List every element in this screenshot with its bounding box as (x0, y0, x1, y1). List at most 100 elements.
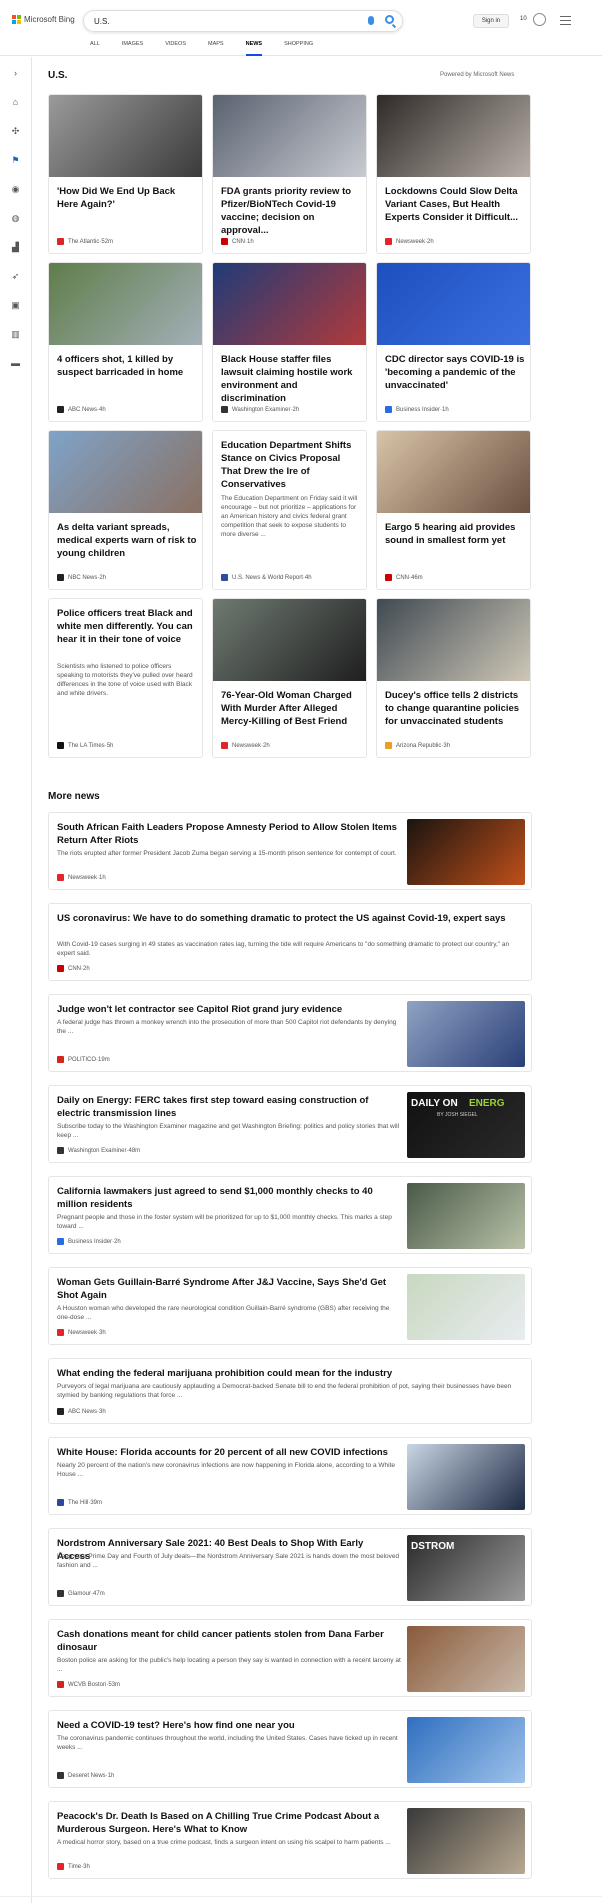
news-card[interactable]: 4 officers shot, 1 killed by suspect bar… (48, 262, 203, 422)
flag-icon[interactable]: ⚑ (11, 156, 20, 165)
more-news-title[interactable]: Woman Gets Guillain-Barré Syndrome After… (57, 1276, 397, 1302)
news-card[interactable]: FDA grants priority review to Pfizer/Bio… (212, 94, 367, 254)
bank-icon[interactable]: ▥ (11, 330, 20, 339)
news-card-title[interactable]: Eargo 5 hearing aid provides sound in sm… (385, 521, 525, 547)
news-card-image[interactable] (49, 431, 202, 513)
more-news-title[interactable]: California lawmakers just agreed to send… (57, 1185, 397, 1211)
search-icon[interactable] (385, 15, 394, 24)
hamburger-menu-icon[interactable] (560, 16, 571, 28)
puzzle-icon[interactable]: ✣ (11, 127, 20, 136)
news-card-image[interactable] (377, 95, 530, 177)
rewards-medal-icon[interactable] (533, 13, 546, 26)
more-news-source: POLITICO · 19m (57, 1056, 110, 1063)
film-icon[interactable]: ▣ (11, 301, 20, 310)
rocket-icon[interactable]: ➶ (11, 272, 20, 281)
sign-in-button[interactable]: Sign in (473, 14, 509, 28)
home-icon[interactable]: ⌂ (11, 98, 20, 107)
more-news-thumbnail[interactable] (407, 1808, 525, 1874)
more-news-thumbnail[interactable] (407, 819, 525, 885)
more-news-item[interactable]: Nordstrom Anniversary Sale 2021: 40 Best… (48, 1528, 532, 1606)
news-card[interactable]: Lockdowns Could Slow Delta Variant Cases… (376, 94, 531, 254)
news-card[interactable]: Police officers treat Black and white me… (48, 598, 203, 758)
search-input[interactable]: U.S. (94, 17, 110, 26)
more-news-title[interactable]: Peacock's Dr. Death Is Based on A Chilli… (57, 1810, 397, 1836)
more-news-title[interactable]: Daily on Energy: FERC takes first step t… (57, 1094, 397, 1120)
expand-icon[interactable]: › (11, 69, 20, 78)
news-card-title[interactable]: As delta variant spreads, medical expert… (57, 521, 197, 560)
more-news-title[interactable]: Judge won't let contractor see Capitol R… (57, 1003, 397, 1016)
more-news-item[interactable]: Judge won't let contractor see Capitol R… (48, 994, 532, 1072)
more-news-title[interactable]: Need a COVID-19 test? Here's how find on… (57, 1719, 397, 1732)
more-news-item[interactable]: Woman Gets Guillain-Barré Syndrome After… (48, 1267, 532, 1345)
news-card-image[interactable] (213, 95, 366, 177)
news-card-title[interactable]: 76-Year-Old Woman Charged With Murder Af… (221, 689, 361, 728)
tab-videos[interactable]: VIDEOS (165, 41, 186, 56)
news-card[interactable]: Education Department Shifts Stance on Ci… (212, 430, 367, 590)
tab-maps[interactable]: MAPS (208, 41, 224, 56)
news-card[interactable]: 76-Year-Old Woman Charged With Murder Af… (212, 598, 367, 758)
top-bar: Microsoft Bing U.S. Sign in 10 ALL IMAGES… (0, 0, 602, 56)
more-news-title[interactable]: White House: Florida accounts for 20 per… (57, 1446, 397, 1459)
more-news-item[interactable]: What ending the federal marijuana prohib… (48, 1358, 532, 1424)
news-card-title[interactable]: Ducey's office tells 2 districts to chan… (385, 689, 525, 728)
news-card[interactable]: Black House staffer files lawsuit claimi… (212, 262, 367, 422)
rewards-count[interactable]: 10 (520, 16, 527, 22)
more-news-item[interactable]: White House: Florida accounts for 20 per… (48, 1437, 532, 1515)
news-card-image[interactable] (213, 599, 366, 681)
chart-icon[interactable]: ▟ (11, 243, 20, 252)
news-card-image[interactable] (49, 263, 202, 345)
news-card-image[interactable] (377, 263, 530, 345)
globe-icon[interactable]: ◍ (11, 214, 20, 223)
microphone-icon[interactable] (368, 16, 374, 25)
news-card-title[interactable]: Lockdowns Could Slow Delta Variant Cases… (385, 185, 525, 224)
tab-news[interactable]: NEWS (245, 41, 263, 56)
news-card[interactable]: Ducey's office tells 2 districts to chan… (376, 598, 531, 758)
news-card-title[interactable]: Police officers treat Black and white me… (57, 607, 197, 646)
news-card[interactable]: As delta variant spreads, medical expert… (48, 430, 203, 590)
news-card-title[interactable]: Black House staffer files lawsuit claimi… (221, 353, 361, 405)
more-news-item[interactable]: Peacock's Dr. Death Is Based on A Chilli… (48, 1801, 532, 1879)
tab-shopping[interactable]: SHOPPING (284, 41, 313, 56)
more-news-title[interactable]: Cash donations meant for child cancer pa… (57, 1628, 397, 1654)
more-news-thumbnail[interactable]: DAILY ON ENERG BY JOSH SIEGEL (407, 1092, 525, 1158)
tab-all[interactable]: ALL (90, 41, 100, 56)
more-news-thumbnail[interactable] (407, 1001, 525, 1067)
more-news-item[interactable]: US coronavirus: We have to do something … (48, 903, 532, 981)
more-news-thumbnail[interactable] (407, 1717, 525, 1783)
source-logo-icon (221, 238, 228, 245)
news-card[interactable]: Eargo 5 hearing aid provides sound in sm… (376, 430, 531, 590)
news-card-source: The LA Times · 5h (57, 742, 113, 749)
news-card-title[interactable]: Education Department Shifts Stance on Ci… (221, 439, 361, 491)
more-news-item[interactable]: Need a COVID-19 test? Here's how find on… (48, 1710, 532, 1788)
news-card-title[interactable]: CDC director says COVID-19 is 'becoming … (385, 353, 525, 392)
news-card-title[interactable]: 'How Did We End Up Back Here Again?' (57, 185, 197, 211)
more-news-thumbnail[interactable] (407, 1183, 525, 1249)
more-news-thumbnail[interactable] (407, 1274, 525, 1340)
news-card-image[interactable] (377, 599, 530, 681)
news-card-title[interactable]: 4 officers shot, 1 killed by suspect bar… (57, 353, 197, 379)
news-card[interactable]: 'How Did We End Up Back Here Again?' The … (48, 94, 203, 254)
news-card[interactable]: CDC director says COVID-19 is 'becoming … (376, 262, 531, 422)
more-news-title[interactable]: What ending the federal marijuana prohib… (57, 1367, 517, 1380)
more-news-thumbnail[interactable]: DSTROM (407, 1535, 525, 1601)
news-card-source: Washington Examiner · 2h (221, 406, 299, 413)
more-news-title[interactable]: South African Faith Leaders Propose Amne… (57, 821, 397, 847)
more-news-thumbnail[interactable] (407, 1626, 525, 1692)
news-card-image[interactable] (49, 95, 202, 177)
more-news-title[interactable]: US coronavirus: We have to do something … (57, 912, 517, 925)
search-box[interactable]: U.S. (83, 10, 403, 32)
more-news-item[interactable]: South African Faith Leaders Propose Amne… (48, 812, 532, 890)
news-card-image[interactable] (377, 431, 530, 513)
card-icon[interactable]: ▬ (11, 359, 20, 368)
more-news-thumbnail[interactable] (407, 1444, 525, 1510)
news-card-image[interactable] (213, 263, 366, 345)
location-icon[interactable]: ◉ (11, 185, 20, 194)
source-logo-icon (57, 1408, 64, 1415)
source-name: The Hill (68, 1499, 89, 1506)
news-card-title[interactable]: FDA grants priority review to Pfizer/Bio… (221, 185, 361, 237)
tab-images[interactable]: IMAGES (122, 41, 143, 56)
bing-logo[interactable]: Microsoft Bing (12, 15, 75, 24)
more-news-item[interactable]: California lawmakers just agreed to send… (48, 1176, 532, 1254)
more-news-item[interactable]: Daily on Energy: FERC takes first step t… (48, 1085, 532, 1163)
more-news-item[interactable]: Cash donations meant for child cancer pa… (48, 1619, 532, 1697)
